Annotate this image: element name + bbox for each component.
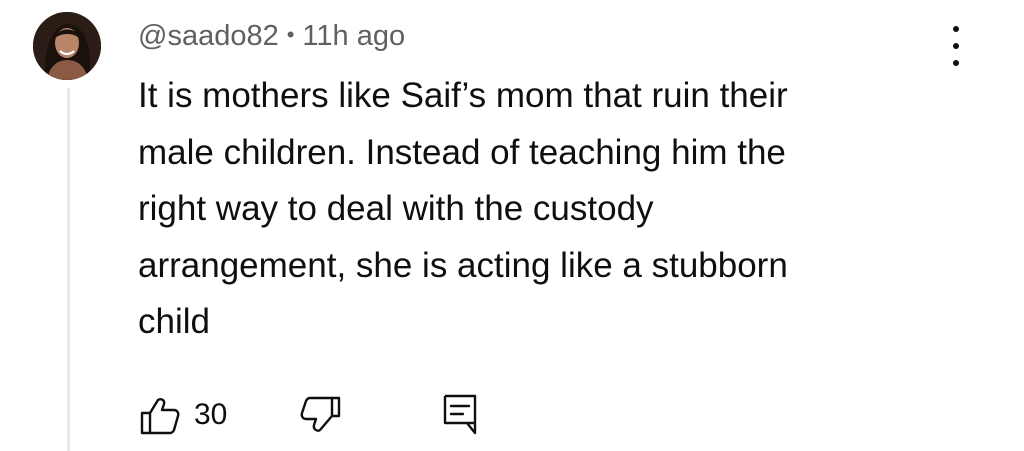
reply-comment-icon (443, 394, 477, 435)
comment-line: It is mothers like Saif’s mom that ruin … (138, 76, 788, 115)
dislike-button[interactable] (298, 392, 342, 438)
comment-line: male children. Instead of teaching him t… (138, 132, 786, 172)
more-options-button[interactable] (942, 26, 970, 66)
username[interactable]: @saado82 (138, 20, 279, 52)
meta-separator: • (286, 22, 295, 47)
more-vertical-icon-dot (953, 43, 959, 49)
avatar[interactable] (33, 12, 101, 80)
like-button[interactable]: 30 (138, 392, 227, 438)
comment-text: It is mothers like Saif’s mom that ruin … (138, 68, 918, 351)
comment-line: arrangement, she is acting like a stubbo… (138, 245, 788, 285)
like-count: 30 (194, 398, 228, 431)
more-vertical-icon-dot (953, 60, 959, 66)
more-vertical-icon-dot (953, 26, 959, 32)
comment-line: child (138, 302, 210, 341)
thread-line (67, 88, 70, 451)
thumbs-down-icon (300, 396, 341, 432)
timestamp: 11h ago (302, 20, 406, 52)
thumbs-up-icon (140, 398, 180, 435)
reply-button[interactable] (442, 392, 478, 438)
comment-line: right way to deal with the custody (138, 189, 654, 228)
avatar-photo (33, 12, 101, 80)
comment-meta: @saado82 • 11h ago (138, 18, 405, 56)
